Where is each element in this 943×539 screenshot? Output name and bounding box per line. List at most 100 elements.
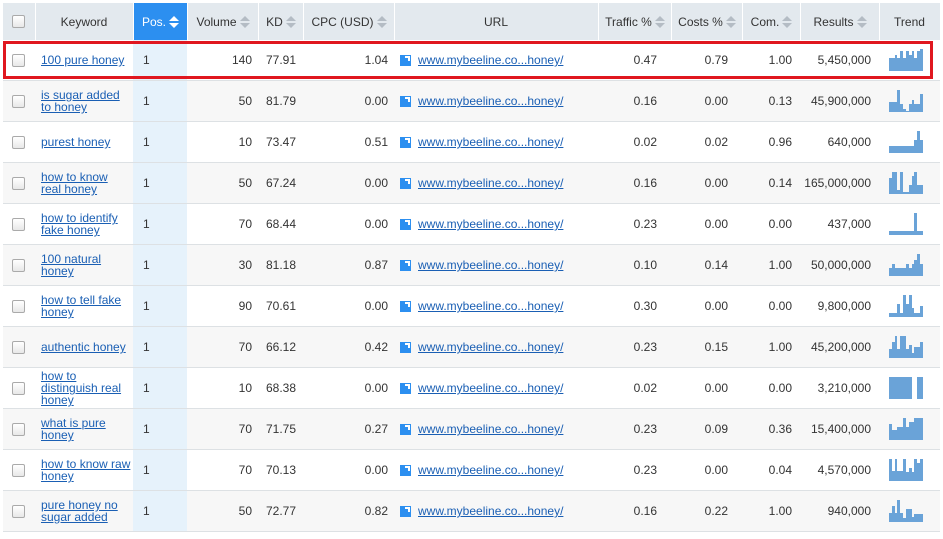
cpc-cell: 0.00 bbox=[303, 285, 394, 327]
url-link[interactable]: www.mybeeline.co...honey/ bbox=[418, 53, 563, 67]
external-link-icon[interactable] bbox=[400, 54, 411, 66]
cpc-cell: 0.27 bbox=[303, 408, 394, 450]
row-checkbox[interactable] bbox=[12, 299, 25, 313]
sort-icon[interactable] bbox=[376, 16, 387, 29]
url-link[interactable]: www.mybeeline.co...honey/ bbox=[418, 463, 563, 477]
results-cell: 3,210,000 bbox=[800, 367, 879, 409]
url-cell: www.mybeeline.co...honey/ bbox=[394, 121, 598, 163]
row-checkbox[interactable] bbox=[12, 176, 25, 190]
external-link-icon[interactable] bbox=[400, 300, 411, 312]
row-checkbox[interactable] bbox=[12, 135, 25, 149]
header-cpc[interactable]: CPC (USD) bbox=[303, 3, 395, 40]
external-link-icon[interactable] bbox=[400, 177, 411, 189]
trend-cell bbox=[879, 244, 940, 286]
costs-cell: 0.15 bbox=[671, 326, 742, 368]
keyword-link[interactable]: how to know raw honey bbox=[41, 458, 131, 482]
sort-icon[interactable] bbox=[169, 16, 179, 29]
keyword-link[interactable]: authentic honey bbox=[41, 341, 131, 353]
select-all-checkbox[interactable] bbox=[12, 15, 25, 28]
header-kd[interactable]: KD bbox=[258, 3, 304, 40]
external-link-icon[interactable] bbox=[400, 505, 411, 517]
keyword-link[interactable]: pure honey no sugar added bbox=[41, 499, 131, 523]
trend-bar bbox=[920, 306, 923, 317]
traffic-cell: 0.16 bbox=[598, 162, 671, 204]
row-checkbox[interactable] bbox=[12, 340, 25, 354]
row-checkbox[interactable] bbox=[12, 53, 25, 67]
external-link-icon[interactable] bbox=[400, 218, 411, 230]
results-cell: 940,000 bbox=[800, 490, 879, 532]
com-cell: 0.00 bbox=[742, 285, 800, 327]
keyword-link[interactable]: is sugar added to honey bbox=[41, 89, 131, 113]
table-row: how to identify fake honey 1 70 68.44 0.… bbox=[3, 203, 940, 245]
table-row: 100 natural honey 1 30 81.18 0.87 www.my… bbox=[3, 244, 940, 286]
costs-cell: 0.00 bbox=[671, 449, 742, 491]
external-link-icon[interactable] bbox=[400, 464, 411, 476]
results-cell: 9,800,000 bbox=[800, 285, 879, 327]
results-cell: 50,000,000 bbox=[800, 244, 879, 286]
external-link-icon[interactable] bbox=[400, 95, 411, 107]
sort-icon[interactable] bbox=[285, 16, 296, 29]
sort-icon[interactable] bbox=[782, 16, 793, 29]
keyword-link[interactable]: 100 pure honey bbox=[41, 54, 131, 66]
url-link[interactable]: www.mybeeline.co...honey/ bbox=[418, 504, 563, 518]
url-link[interactable]: www.mybeeline.co...honey/ bbox=[418, 94, 563, 108]
row-checkbox[interactable] bbox=[12, 217, 25, 231]
row-checkbox[interactable] bbox=[12, 463, 25, 477]
row-checkbox[interactable] bbox=[12, 422, 25, 436]
url-link[interactable]: www.mybeeline.co...honey/ bbox=[418, 381, 563, 395]
cpc-cell: 0.87 bbox=[303, 244, 394, 286]
sort-icon[interactable] bbox=[856, 16, 867, 29]
row-select-cell bbox=[3, 80, 35, 122]
header-volume[interactable]: Volume bbox=[187, 3, 259, 40]
com-cell: 0.14 bbox=[742, 162, 800, 204]
external-link-icon[interactable] bbox=[400, 382, 411, 394]
url-link[interactable]: www.mybeeline.co...honey/ bbox=[418, 340, 563, 354]
keyword-link[interactable]: how to identify fake honey bbox=[41, 212, 131, 236]
sort-icon[interactable] bbox=[725, 16, 736, 29]
header-results[interactable]: Results bbox=[800, 3, 880, 40]
com-cell: 0.96 bbox=[742, 121, 800, 163]
url-link[interactable]: www.mybeeline.co...honey/ bbox=[418, 258, 563, 272]
url-wrap: www.mybeeline.co...honey/ bbox=[394, 53, 598, 67]
results-cell: 640,000 bbox=[800, 121, 879, 163]
kd-cell: 73.47 bbox=[258, 121, 303, 163]
row-checkbox[interactable] bbox=[12, 381, 25, 395]
keyword-link[interactable]: purest honey bbox=[41, 136, 131, 148]
row-select-cell bbox=[3, 285, 35, 327]
sort-icon[interactable] bbox=[654, 16, 665, 29]
cpc-cell: 0.00 bbox=[303, 367, 394, 409]
keyword-link[interactable]: what is pure honey bbox=[41, 417, 131, 441]
row-checkbox[interactable] bbox=[12, 258, 25, 272]
trend-sparkline bbox=[889, 418, 923, 440]
cpc-cell: 0.42 bbox=[303, 326, 394, 368]
keyword-link[interactable]: how to know real honey bbox=[41, 171, 131, 195]
keyword-link[interactable]: how to distinguish real honey bbox=[41, 370, 131, 406]
row-select-cell bbox=[3, 449, 35, 491]
volume-cell: 70 bbox=[187, 326, 258, 368]
external-link-icon[interactable] bbox=[400, 341, 411, 353]
url-cell: www.mybeeline.co...honey/ bbox=[394, 326, 598, 368]
url-link[interactable]: www.mybeeline.co...honey/ bbox=[418, 299, 563, 313]
header-costs[interactable]: Costs % bbox=[671, 3, 743, 40]
sort-icon[interactable] bbox=[239, 16, 250, 29]
row-checkbox[interactable] bbox=[12, 504, 25, 518]
kd-cell: 66.12 bbox=[258, 326, 303, 368]
header-com[interactable]: Com. bbox=[742, 3, 801, 40]
external-link-icon[interactable] bbox=[400, 259, 411, 271]
table-row: is sugar added to honey 1 50 81.79 0.00 … bbox=[3, 80, 940, 122]
external-link-icon[interactable] bbox=[400, 423, 411, 435]
keyword-link[interactable]: 100 natural honey bbox=[41, 253, 131, 277]
external-link-icon[interactable] bbox=[400, 136, 411, 148]
header-traffic[interactable]: Traffic % bbox=[598, 3, 672, 40]
url-link[interactable]: www.mybeeline.co...honey/ bbox=[418, 422, 563, 436]
row-checkbox[interactable] bbox=[12, 94, 25, 108]
row-select-cell bbox=[3, 40, 35, 81]
trend-cell bbox=[879, 449, 940, 491]
url-link[interactable]: www.mybeeline.co...honey/ bbox=[418, 135, 563, 149]
header-pos[interactable]: Pos. bbox=[133, 3, 188, 40]
com-cell: 1.00 bbox=[742, 244, 800, 286]
keyword-link[interactable]: how to tell fake honey bbox=[41, 294, 131, 318]
url-link[interactable]: www.mybeeline.co...honey/ bbox=[418, 217, 563, 231]
url-link[interactable]: www.mybeeline.co...honey/ bbox=[418, 176, 563, 190]
trend-bar bbox=[920, 185, 923, 194]
